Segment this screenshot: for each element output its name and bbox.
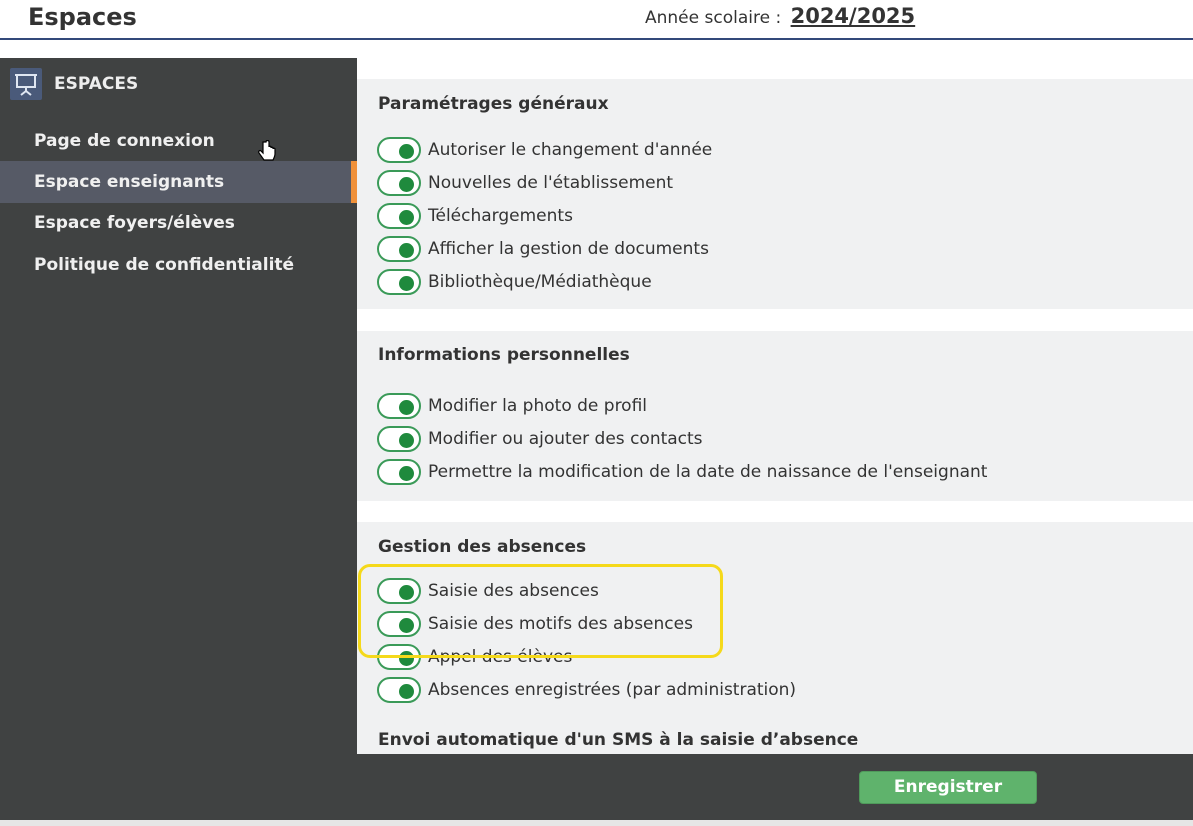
sidebar-title: ESPACES (54, 74, 139, 94)
option-label: Autoriser le changement d'année (428, 140, 713, 160)
section-parametrages-generaux: Paramétrages généraux Autoriser le chang… (357, 79, 1193, 309)
option-row: Permettre la modification de la date de … (377, 457, 987, 487)
option-label: Absences enregistrées (par administratio… (428, 680, 797, 700)
save-button[interactable]: Enregistrer (859, 771, 1037, 804)
sidebar-item-espace-foyers-eleves[interactable]: Espace foyers/élèves (0, 202, 357, 244)
option-label: Afficher la gestion de documents (428, 239, 709, 259)
toggle-switch[interactable] (377, 644, 421, 670)
option-label: Téléchargements (428, 206, 573, 226)
section-title: Informations personnelles (378, 345, 630, 365)
sidebar-item-page-de-connexion[interactable]: Page de connexion (0, 120, 357, 162)
option-row: Saisie des motifs des absences (377, 609, 693, 639)
option-label: Modifier ou ajouter des contacts (428, 429, 703, 449)
footer-bar: Enregistrer (0, 754, 1193, 820)
toggle-switch[interactable] (377, 203, 421, 229)
toggle-switch[interactable] (377, 393, 421, 419)
option-row: Afficher la gestion de documents (377, 234, 709, 264)
sidebar: ESPACES Page de connexion Espace enseign… (0, 58, 357, 754)
option-label: Nouvelles de l'établissement (428, 173, 674, 193)
option-row: Absences enregistrées (par administratio… (377, 675, 796, 705)
toggle-switch[interactable] (377, 578, 421, 604)
option-row: Modifier ou ajouter des contacts (377, 424, 703, 454)
option-row: Saisie des absences (377, 576, 599, 606)
toggle-switch[interactable] (377, 170, 421, 196)
sidebar-header: ESPACES (10, 67, 138, 101)
toggle-switch[interactable] (377, 426, 421, 452)
option-label: Bibliothèque/Médiathèque (428, 272, 652, 292)
option-label: Saisie des motifs des absences (428, 614, 693, 634)
presentation-board-icon (10, 68, 42, 100)
school-year: Année scolaire : 2024/2025 (645, 4, 915, 28)
toggle-switch[interactable] (377, 137, 421, 163)
option-row: Autoriser le changement d'année (377, 135, 712, 165)
option-row: Nouvelles de l'établissement (377, 168, 673, 198)
top-bar: Espaces Année scolaire : 2024/2025 (0, 0, 1193, 40)
bottom-strip (0, 820, 1193, 826)
option-row: Modifier la photo de profil (377, 391, 647, 421)
section-title: Gestion des absences (378, 537, 587, 557)
section-title: Paramétrages généraux (378, 94, 609, 114)
toggle-switch[interactable] (377, 236, 421, 262)
toggle-switch[interactable] (377, 611, 421, 637)
toggle-switch[interactable] (377, 269, 421, 295)
school-year-value[interactable]: 2024/2025 (791, 4, 916, 28)
option-label: Saisie des absences (428, 581, 599, 601)
school-year-label: Année scolaire : (645, 8, 782, 28)
toggle-switch[interactable] (377, 677, 421, 703)
sidebar-item-politique-confidentialite[interactable]: Politique de confidentialité (0, 244, 357, 286)
option-row: Téléchargements (377, 201, 573, 231)
hand-cursor-icon (257, 139, 277, 168)
option-row: Bibliothèque/Médiathèque (377, 267, 652, 297)
page-title: Espaces (28, 3, 137, 31)
settings-content: Paramétrages généraux Autoriser le chang… (357, 58, 1193, 754)
option-label: Permettre la modification de la date de … (428, 462, 988, 482)
section-gestion-des-absences: Gestion des absences Saisie des absences… (357, 522, 1193, 754)
sidebar-item-espace-enseignants[interactable]: Espace enseignants (0, 161, 357, 203)
section-subtitle: Envoi automatique d'un SMS à la saisie d… (378, 730, 859, 750)
option-label: Modifier la photo de profil (428, 396, 648, 416)
toggle-switch[interactable] (377, 459, 421, 485)
option-row: Appel des élèves (377, 642, 572, 672)
option-label: Appel des élèves (428, 647, 573, 667)
section-informations-personnelles: Informations personnelles Modifier la ph… (357, 331, 1193, 501)
